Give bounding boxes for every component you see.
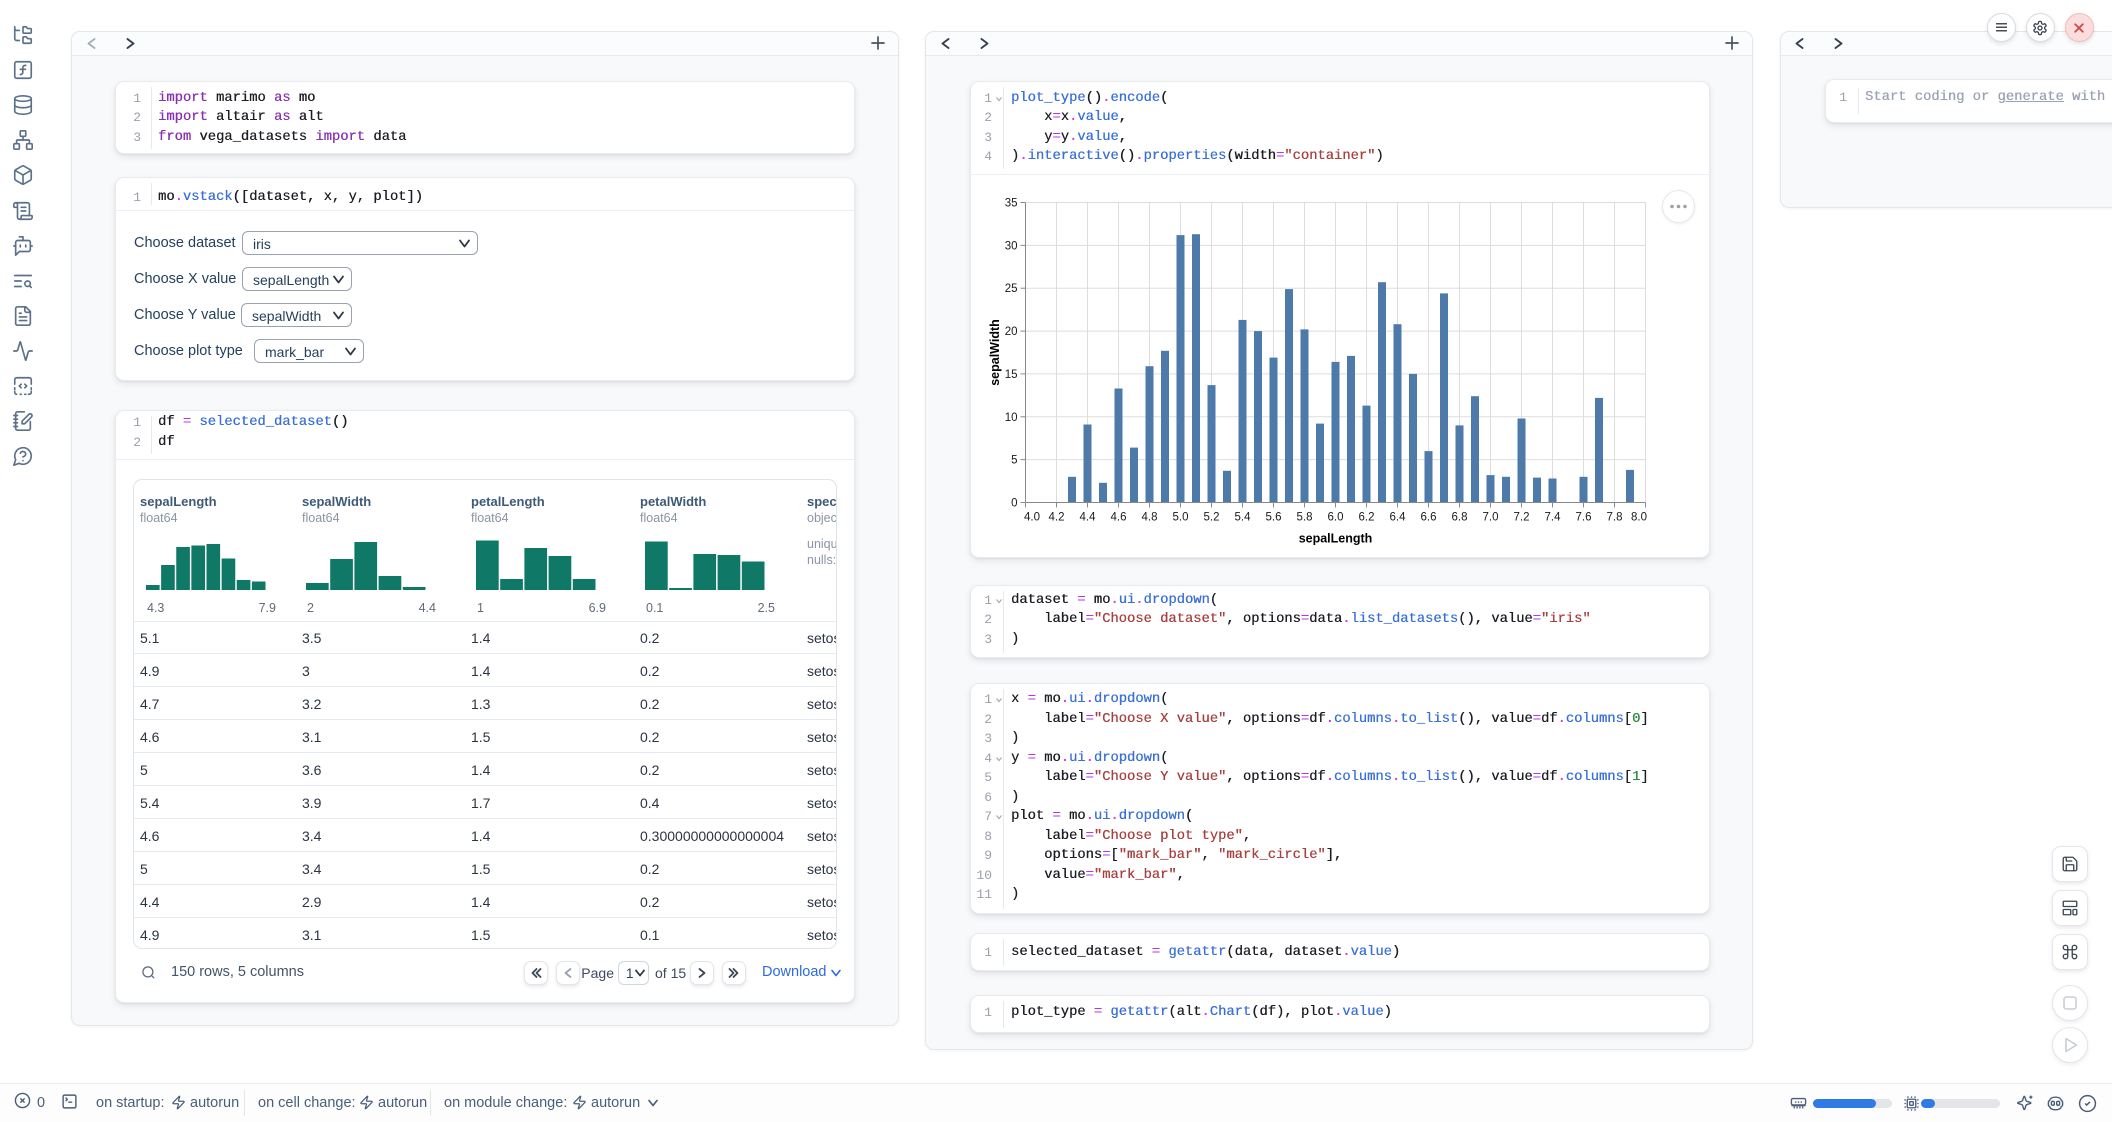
svg-text:30: 30: [1005, 240, 1018, 252]
svg-text:10: 10: [1005, 412, 1018, 424]
svg-text:25: 25: [1005, 283, 1018, 295]
svg-text:6.2: 6.2: [1359, 512, 1375, 524]
svg-text:6.8: 6.8: [1452, 512, 1468, 524]
svg-text:4.0: 4.0: [1024, 512, 1040, 524]
svg-text:20: 20: [1005, 326, 1018, 338]
svg-text:5.8: 5.8: [1297, 512, 1313, 524]
svg-text:5.4: 5.4: [1235, 512, 1252, 524]
svg-text:5: 5: [1011, 455, 1017, 467]
svg-text:5.6: 5.6: [1266, 512, 1282, 524]
svg-text:15: 15: [1005, 369, 1018, 381]
svg-text:4.4: 4.4: [1080, 512, 1097, 524]
svg-text:7.6: 7.6: [1576, 512, 1592, 524]
svg-text:4.8: 4.8: [1142, 512, 1158, 524]
svg-text:7.0: 7.0: [1483, 512, 1499, 524]
svg-text:6.0: 6.0: [1328, 512, 1344, 524]
svg-text:7.4: 7.4: [1545, 512, 1562, 524]
svg-text:0: 0: [1011, 498, 1017, 510]
svg-text:4.6: 4.6: [1111, 512, 1127, 524]
svg-text:7.8: 7.8: [1607, 512, 1623, 524]
svg-text:6.6: 6.6: [1421, 512, 1437, 524]
svg-text:35: 35: [1005, 198, 1018, 210]
svg-text:5.2: 5.2: [1204, 512, 1220, 524]
svg-text:6.4: 6.4: [1390, 512, 1407, 524]
svg-text:5.0: 5.0: [1173, 512, 1189, 524]
svg-text:sepalLength: sepalLength: [1299, 532, 1373, 546]
svg-text:7.2: 7.2: [1514, 512, 1530, 524]
svg-text:sepalWidth: sepalWidth: [988, 319, 1002, 386]
svg-text:4.2: 4.2: [1049, 512, 1065, 524]
svg-text:8.0: 8.0: [1631, 512, 1647, 524]
